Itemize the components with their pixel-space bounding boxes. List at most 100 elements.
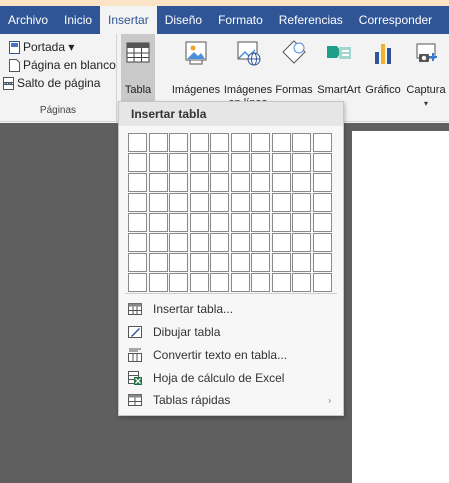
table-grid-cell[interactable] <box>189 153 209 172</box>
table-grid-cell[interactable] <box>251 173 270 192</box>
table-grid-cell[interactable] <box>271 253 291 272</box>
menu-item-insert-table[interactable]: Insertar tabla... <box>119 298 343 320</box>
table-grid-cell[interactable] <box>271 133 291 152</box>
table-grid-cell[interactable] <box>148 153 168 172</box>
table-grid-cell[interactable] <box>292 253 311 272</box>
tab-insertar[interactable]: Insertar <box>100 6 157 34</box>
table-grid-cell[interactable] <box>251 213 270 232</box>
table-grid-cell[interactable] <box>312 133 332 152</box>
table-grid-cell[interactable] <box>148 213 168 232</box>
table-grid-cell[interactable] <box>271 153 291 172</box>
table-grid-cell[interactable] <box>189 173 209 192</box>
tab-archivo[interactable]: Archivo <box>0 6 56 34</box>
table-grid-cell[interactable] <box>292 153 311 172</box>
table-grid-cell[interactable] <box>128 273 147 292</box>
table-grid-cell[interactable] <box>148 173 168 192</box>
tab-formato[interactable]: Formato <box>210 6 271 34</box>
table-grid-cell[interactable] <box>148 273 168 292</box>
table-grid-cell[interactable] <box>251 273 270 292</box>
chart-button[interactable]: Gráfico <box>362 34 404 122</box>
table-grid-cell[interactable] <box>292 173 311 192</box>
table-grid-cell[interactable] <box>312 233 332 252</box>
table-grid-cell[interactable] <box>271 233 291 252</box>
table-grid-cell[interactable] <box>169 173 188 192</box>
table-grid-cell[interactable] <box>128 153 147 172</box>
table-grid-cell[interactable] <box>189 233 209 252</box>
table-grid-cell[interactable] <box>210 173 229 192</box>
tab-correspondencia[interactable]: Corresponder <box>351 6 440 34</box>
table-grid-cell[interactable] <box>230 273 250 292</box>
table-grid-cell[interactable] <box>230 253 250 272</box>
table-grid-cell[interactable] <box>169 213 188 232</box>
table-grid-cell[interactable] <box>312 173 332 192</box>
table-grid-cell[interactable] <box>251 153 270 172</box>
shapes-button-label: Formas <box>275 84 313 96</box>
table-grid-cell[interactable] <box>169 233 188 252</box>
table-grid-cell[interactable] <box>292 273 311 292</box>
table-grid-cell[interactable] <box>210 273 229 292</box>
table-grid-cell[interactable] <box>251 193 270 212</box>
table-grid-cell[interactable] <box>230 213 250 232</box>
table-grid-cell[interactable] <box>210 193 229 212</box>
table-grid-cell[interactable] <box>230 153 250 172</box>
table-grid-cell[interactable] <box>189 253 209 272</box>
table-grid-cell[interactable] <box>312 153 332 172</box>
table-grid-cell[interactable] <box>128 133 147 152</box>
tab-referencias[interactable]: Referencias <box>271 6 351 34</box>
table-grid-cell[interactable] <box>271 273 291 292</box>
table-grid-cell[interactable] <box>210 213 229 232</box>
page-break-button[interactable]: Salto de página <box>3 75 100 91</box>
table-grid-cell[interactable] <box>148 133 168 152</box>
table-grid-cell[interactable] <box>128 233 147 252</box>
blank-page-button[interactable]: Página en blanco <box>9 57 116 73</box>
table-grid-cell[interactable] <box>312 193 332 212</box>
table-grid-cell[interactable] <box>271 193 291 212</box>
table-grid-cell[interactable] <box>128 253 147 272</box>
table-grid-cell[interactable] <box>210 133 229 152</box>
table-grid-cell[interactable] <box>230 173 250 192</box>
table-grid-cell[interactable] <box>230 133 250 152</box>
tab-diseno[interactable]: Diseño <box>157 6 210 34</box>
table-grid-cell[interactable] <box>251 233 270 252</box>
table-grid-cell[interactable] <box>169 153 188 172</box>
menu-item-convert-text[interactable]: Convertir texto en tabla... <box>119 344 343 366</box>
table-grid-cell[interactable] <box>230 233 250 252</box>
table-grid-cell[interactable] <box>210 153 229 172</box>
table-grid-cell[interactable] <box>189 193 209 212</box>
table-grid-cell[interactable] <box>251 133 270 152</box>
table-grid-cell[interactable] <box>271 213 291 232</box>
screenshot-button[interactable]: Captura ▾ <box>403 34 449 122</box>
table-grid-cell[interactable] <box>210 253 229 272</box>
table-grid-cell[interactable] <box>169 273 188 292</box>
table-grid-cell[interactable] <box>312 253 332 272</box>
menu-item-quick-tables[interactable]: Tablas rápidas › <box>119 389 343 411</box>
table-grid-cell[interactable] <box>169 193 188 212</box>
table-grid-cell[interactable] <box>292 213 311 232</box>
menu-item-excel-sheet[interactable]: Hoja de cálculo de Excel <box>119 367 343 389</box>
table-grid-cell[interactable] <box>128 213 147 232</box>
tab-inicio[interactable]: Inicio <box>56 6 100 34</box>
document-page[interactable] <box>352 131 449 483</box>
table-grid-cell[interactable] <box>292 193 311 212</box>
table-grid-cell[interactable] <box>251 253 270 272</box>
table-grid-cell[interactable] <box>148 253 168 272</box>
table-grid-cell[interactable] <box>189 273 209 292</box>
table-grid-cell[interactable] <box>312 273 332 292</box>
table-grid-cell[interactable] <box>230 193 250 212</box>
menu-item-label: Tablas rápidas <box>153 393 231 407</box>
table-grid-cell[interactable] <box>312 213 332 232</box>
table-grid-cell[interactable] <box>292 133 311 152</box>
table-grid-cell[interactable] <box>189 213 209 232</box>
cover-page-button[interactable]: Portada ▾ <box>9 39 74 55</box>
menu-item-draw-table[interactable]: Dibujar tabla <box>119 321 343 343</box>
table-grid-cell[interactable] <box>128 193 147 212</box>
table-grid-cell[interactable] <box>292 233 311 252</box>
table-grid-cell[interactable] <box>148 233 168 252</box>
table-grid-cell[interactable] <box>271 173 291 192</box>
table-grid-cell[interactable] <box>189 133 209 152</box>
table-grid-cell[interactable] <box>148 193 168 212</box>
table-grid-cell[interactable] <box>169 133 188 152</box>
table-grid-cell[interactable] <box>128 173 147 192</box>
table-grid-cell[interactable] <box>210 233 229 252</box>
table-grid-cell[interactable] <box>169 253 188 272</box>
